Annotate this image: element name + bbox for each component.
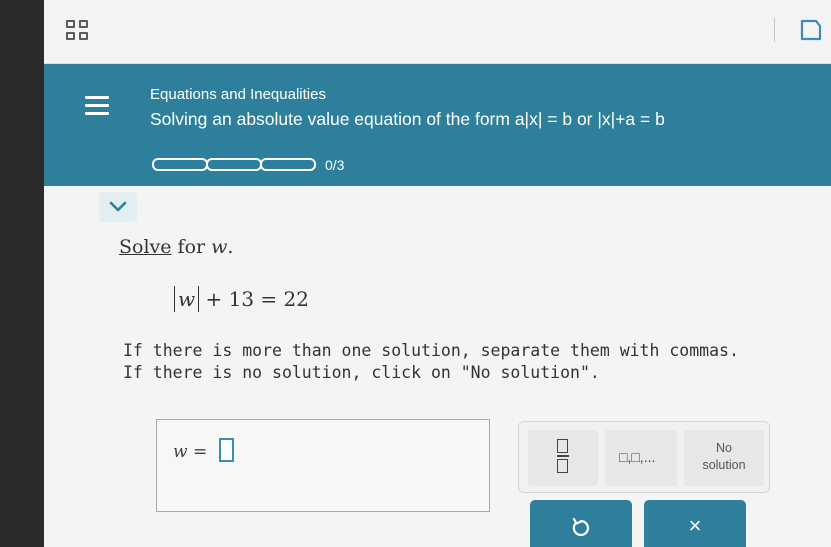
no-solution-line: solution <box>702 458 746 472</box>
equation: w + 13 = 22 <box>174 286 309 312</box>
collapse-button[interactable] <box>99 192 137 222</box>
prompt-text: for <box>171 236 212 258</box>
topic-category: Equations and Inequalities <box>150 86 326 103</box>
clear-button[interactable]: × <box>644 500 746 547</box>
no-solution-line: No <box>716 441 732 455</box>
math-keypad: □,□,... No solution <box>518 421 770 493</box>
close-icon: × <box>688 513 702 538</box>
no-solution-label: No solution <box>684 440 764 474</box>
screen: Equations and Inequalities Solving an ab… <box>44 0 831 547</box>
no-solution-button[interactable]: No solution <box>684 430 764 486</box>
instructions: If there is more than one solution, sepa… <box>123 340 739 384</box>
chevron-down-icon <box>109 201 127 212</box>
progress-segment <box>260 158 316 171</box>
answer-label: w = <box>173 442 207 462</box>
progress-bar <box>152 158 316 171</box>
top-bar <box>44 0 831 64</box>
fraction-button[interactable] <box>528 430 598 486</box>
answer-input[interactable] <box>219 438 234 462</box>
grid-icon[interactable] <box>66 20 90 44</box>
answer-variable: w <box>173 442 188 462</box>
problem-prompt: Solve for w. <box>119 236 233 258</box>
hamburger-menu-icon[interactable] <box>85 96 109 120</box>
solve-link[interactable]: Solve <box>119 236 172 258</box>
instruction-line: If there is more than one solution, sepa… <box>123 341 739 360</box>
progress-text: 0/3 <box>325 157 345 173</box>
absolute-value: w <box>174 286 200 312</box>
answer-equals: = <box>187 442 208 462</box>
prompt-period: . <box>227 236 234 258</box>
answer-area: w = <box>156 419 490 512</box>
topic-title: Solving an absolute value equation of th… <box>150 109 665 129</box>
book-icon[interactable] <box>796 18 824 42</box>
equation-rest: + 13 = 22 <box>205 287 309 311</box>
undo-button[interactable] <box>530 500 632 547</box>
list-label: □,□,... <box>619 449 656 465</box>
prompt-variable: w <box>211 236 228 258</box>
undo-icon <box>572 517 589 537</box>
instruction-line: If there is no solution, click on "No so… <box>123 363 600 382</box>
progress-segment <box>206 158 262 171</box>
progress-segment <box>152 158 208 171</box>
list-button[interactable]: □,□,... <box>605 430 677 486</box>
toolbar-separator <box>774 18 775 42</box>
topic-header: Equations and Inequalities Solving an ab… <box>44 64 831 186</box>
fraction-icon <box>557 439 569 473</box>
